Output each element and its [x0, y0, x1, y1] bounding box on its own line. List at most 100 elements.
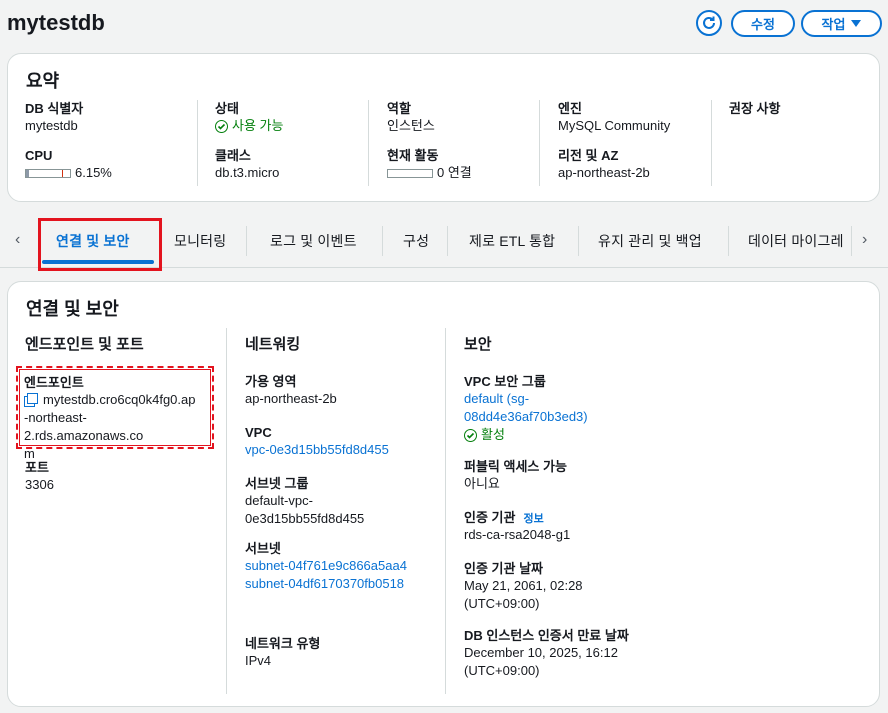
refresh-icon: [703, 16, 715, 29]
vpc-sg-status-text: 활성: [481, 427, 505, 442]
db-identifier-value: mytestdb: [25, 118, 78, 133]
class-value: db.t3.micro: [215, 165, 280, 180]
tab-divider: [382, 226, 383, 256]
endpoint-section-title: 엔드포인트 및 포트: [25, 336, 144, 353]
subnet-group-value-line1: default-vpc-: [245, 493, 313, 508]
divider: [711, 100, 712, 186]
role-value: 인스턴스: [387, 118, 435, 133]
subnet-link-2[interactable]: subnet-04df6170370fb0518: [245, 575, 435, 593]
tab-divider: [246, 226, 247, 256]
cpu-meter-mark: [62, 169, 63, 177]
check-circle-icon: [215, 119, 228, 133]
summary-col-status: 상태 사용 가능 클래스 db.t3.micro: [215, 100, 375, 182]
edit-button-label: 수정: [751, 17, 775, 32]
activity-meter-row: 0 연결: [387, 164, 547, 182]
status-value: 사용 가능: [215, 117, 375, 135]
endpoint-value-line2: -northeast-2.rds.amazonaws.co: [24, 410, 144, 443]
status-text: 사용 가능: [232, 118, 284, 133]
status-label: 상태: [215, 101, 239, 116]
vpc-sg-label: VPC 보안 그룹: [464, 374, 546, 389]
network-type-label: 네트워크 유형: [245, 636, 321, 651]
summary-col-role: 역할 인스턴스 현재 활동 0 연결: [387, 100, 547, 182]
copy-icon[interactable]: [24, 393, 38, 407]
endpoint-label: 엔드포인트: [24, 375, 84, 390]
chevron-left-icon[interactable]: ‹: [15, 231, 20, 249]
activity-meter: [387, 168, 433, 178]
divider: [445, 328, 446, 694]
vpc-sg-link-line2[interactable]: 08dd4e36af70b3ed3): [464, 408, 864, 426]
ca-label: 인증 기관: [464, 510, 516, 525]
edit-button[interactable]: 수정: [731, 10, 795, 37]
class-label: 클래스: [215, 148, 251, 163]
page-header: mytestdb 수정 작업: [0, 0, 888, 50]
ca-date-line2: (UTC+09:00): [464, 596, 540, 611]
endpoint-value-line3: m: [24, 446, 35, 461]
refresh-button[interactable]: [696, 10, 722, 36]
port-block: 포트 3306: [25, 459, 215, 494]
networking-section-title: 네트워킹: [245, 336, 301, 353]
vpc-sg-status: 활성: [464, 426, 864, 444]
connectivity-title: 연결 및 보안: [26, 299, 119, 319]
endpoint-text-line1: mytestdb.cro6cq0k4fg0.ap: [43, 392, 196, 407]
vpc-sg-link-line1[interactable]: default (sg-: [464, 390, 864, 408]
port-value: 3306: [25, 477, 54, 492]
divider: [197, 100, 198, 186]
page-title: mytestdb: [7, 10, 105, 35]
highlight-box-tab: [38, 218, 162, 271]
subnet-group-value-line2: 0e3d15bb55fd8d455: [245, 511, 365, 526]
region-label: 리전 및 AZ: [558, 148, 619, 163]
caret-down-icon: [851, 20, 862, 27]
endpoint-value-line1[interactable]: mytestdb.cro6cq0k4fg0.ap: [24, 391, 206, 409]
cpu-meter: [25, 168, 71, 178]
tab-divider: [728, 226, 729, 256]
tab-data-migration[interactable]: 데이터 마이그레: [748, 231, 850, 251]
ca-date-label: 인증 기관 날짜: [464, 561, 543, 576]
activity-label: 현재 활동: [387, 148, 439, 163]
security-section-title: 보안: [464, 336, 492, 353]
engine-value: MySQL Community: [558, 118, 671, 133]
az-value: ap-northeast-2b: [245, 391, 337, 406]
security-block: VPC 보안 그룹 default (sg- 08dd4e36af70b3ed3…: [464, 373, 864, 680]
cpu-meter-fill: [26, 169, 29, 177]
check-circle-icon: [464, 428, 477, 442]
tab-logs-events[interactable]: 로그 및 이벤트: [270, 231, 357, 251]
db-identifier-label: DB 식별자: [25, 101, 84, 116]
public-access-label: 퍼블릭 액세스 가능: [464, 459, 567, 474]
ca-label-row: 인증 기관 정보: [464, 509, 864, 526]
divider: [226, 328, 227, 694]
subnet-group-label: 서브넷 그룹: [245, 476, 309, 491]
subnet-link-1[interactable]: subnet-04f761e9c866a5aa4: [245, 557, 435, 575]
chevron-right-icon[interactable]: ›: [862, 231, 867, 249]
recommendations-label: 권장 사항: [729, 101, 781, 116]
cert-expiry-line1: December 10, 2025, 16:12: [464, 645, 618, 660]
summary-col-recommendations: 권장 사항: [729, 100, 869, 117]
tab-divider: [447, 226, 448, 256]
ca-date-line1: May 21, 2061, 02:28: [464, 578, 583, 593]
region-value: ap-northeast-2b: [558, 165, 650, 180]
ca-value: rds-ca-rsa2048-g1: [464, 527, 571, 542]
actions-button-label: 작업: [821, 17, 846, 32]
az-label: 가용 영역: [245, 374, 297, 389]
divider: [368, 100, 369, 186]
tab-maintenance-backup[interactable]: 유지 관리 및 백업: [598, 231, 702, 251]
tab-zero-etl[interactable]: 제로 ETL 통합: [469, 231, 555, 251]
tab-divider: [851, 226, 852, 256]
summary-col-engine: 엔진 MySQL Community 리전 및 AZ ap-northeast-…: [558, 100, 708, 182]
connectivity-panel: 연결 및 보안 엔드포인트 및 포트 네트워킹 보안 포트 3306 가용 영역…: [7, 281, 880, 707]
tab-configuration[interactable]: 구성: [403, 231, 429, 251]
actions-button[interactable]: 작업: [801, 10, 882, 37]
engine-label: 엔진: [558, 101, 582, 116]
vpc-link[interactable]: vpc-0e3d15bb55fd8d455: [245, 441, 435, 459]
ca-info-link[interactable]: 정보: [523, 510, 543, 526]
activity-value: 0 연결: [437, 165, 472, 180]
summary-title: 요약: [26, 71, 60, 91]
network-type-value: IPv4: [245, 653, 272, 668]
tab-divider: [578, 226, 579, 256]
cpu-value: 6.15%: [75, 165, 112, 180]
vpc-label: VPC: [245, 425, 272, 440]
summary-col-identifier: DB 식별자 mytestdb CPU 6.15%: [25, 100, 195, 182]
tab-monitoring[interactable]: 모니터링: [174, 231, 226, 251]
role-label: 역할: [387, 101, 411, 116]
cert-expiry-line2: (UTC+09:00): [464, 663, 540, 678]
summary-panel: 요약 DB 식별자 mytestdb CPU 6.15% 상태 사용 가능 클래…: [7, 53, 880, 202]
